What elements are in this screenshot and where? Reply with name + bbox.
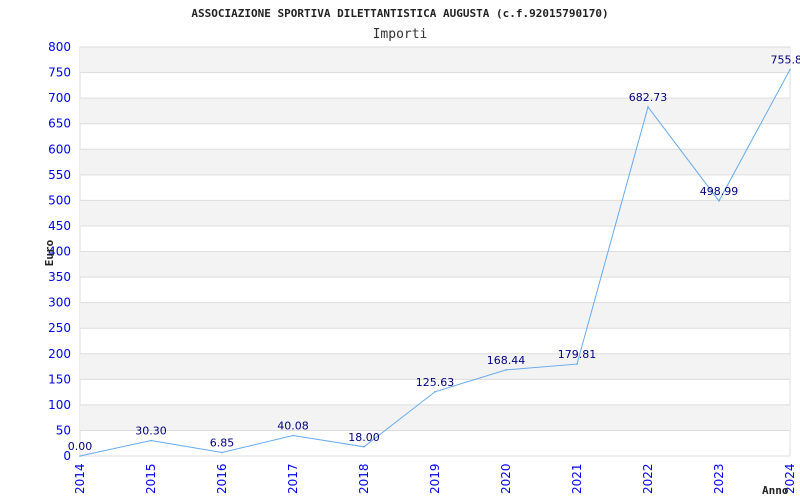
y-tick-label: 100	[48, 398, 71, 412]
data-point	[292, 434, 294, 437]
y-axis-label: Euro	[43, 239, 56, 266]
data-point	[647, 106, 649, 108]
data-point	[789, 68, 791, 71]
data-label: 498.99	[700, 185, 739, 198]
x-tick-label: 2021	[570, 463, 584, 494]
data-point	[434, 390, 436, 393]
y-tick-label: 800	[48, 40, 71, 54]
y-tick-label: 450	[48, 219, 71, 233]
y-tick-label: 550	[48, 168, 71, 182]
chart-subtitle: Importi	[373, 27, 428, 42]
data-label: 168.44	[487, 354, 526, 367]
grid-band	[80, 98, 790, 124]
data-label: 40.08	[277, 420, 309, 433]
grid-band	[80, 200, 790, 226]
y-tick-label: 650	[48, 117, 71, 131]
data-label: 0.00	[68, 440, 93, 453]
grid-band	[80, 302, 790, 329]
y-tick-label: 150	[48, 372, 71, 386]
x-tick-label: 2018	[357, 463, 371, 494]
y-tick-label: 600	[48, 142, 71, 156]
data-point	[150, 439, 152, 442]
data-label: 682.73	[629, 91, 668, 104]
y-tick-label: 250	[48, 321, 71, 335]
data-point	[505, 369, 507, 371]
x-tick-label: 2016	[215, 463, 229, 494]
data-point	[576, 363, 578, 365]
grid-band	[80, 251, 790, 278]
data-label: 6.85	[210, 436, 235, 449]
data-point	[718, 200, 720, 202]
data-point	[79, 455, 81, 457]
x-tick-label: 2022	[641, 463, 655, 494]
grid-band	[80, 149, 790, 175]
y-tick-label: 500	[48, 193, 71, 207]
y-tick-label: 50	[56, 423, 71, 437]
data-label: 30.30	[135, 425, 167, 438]
x-tick-label: 2015	[144, 463, 158, 494]
data-label: 179.81	[558, 348, 597, 361]
x-axis-label: Anno	[762, 484, 789, 497]
x-tick-label: 2017	[286, 463, 300, 494]
grid-band	[80, 47, 790, 73]
data-label: 125.63	[416, 376, 455, 389]
x-tick-label: 2019	[428, 463, 442, 494]
y-tick-label: 700	[48, 91, 71, 105]
data-label: 18.00	[348, 431, 380, 444]
data-point	[363, 445, 365, 448]
x-tick-label: 2020	[499, 463, 513, 494]
data-label: 755.8	[771, 54, 800, 67]
grid-band	[80, 404, 790, 431]
x-tick-label: 2023	[712, 463, 726, 494]
y-tick-label: 750	[48, 66, 71, 80]
data-point	[221, 451, 223, 454]
y-tick-label: 200	[48, 347, 71, 361]
line-chart: ASSOCIAZIONE SPORTIVA DILETTANTISTICA AU…	[43, 7, 800, 497]
x-tick-label: 2014	[73, 463, 87, 494]
chart-title: ASSOCIAZIONE SPORTIVA DILETTANTISTICA AU…	[191, 7, 608, 20]
y-tick-label: 350	[48, 270, 71, 284]
y-tick-label: 300	[48, 296, 71, 310]
